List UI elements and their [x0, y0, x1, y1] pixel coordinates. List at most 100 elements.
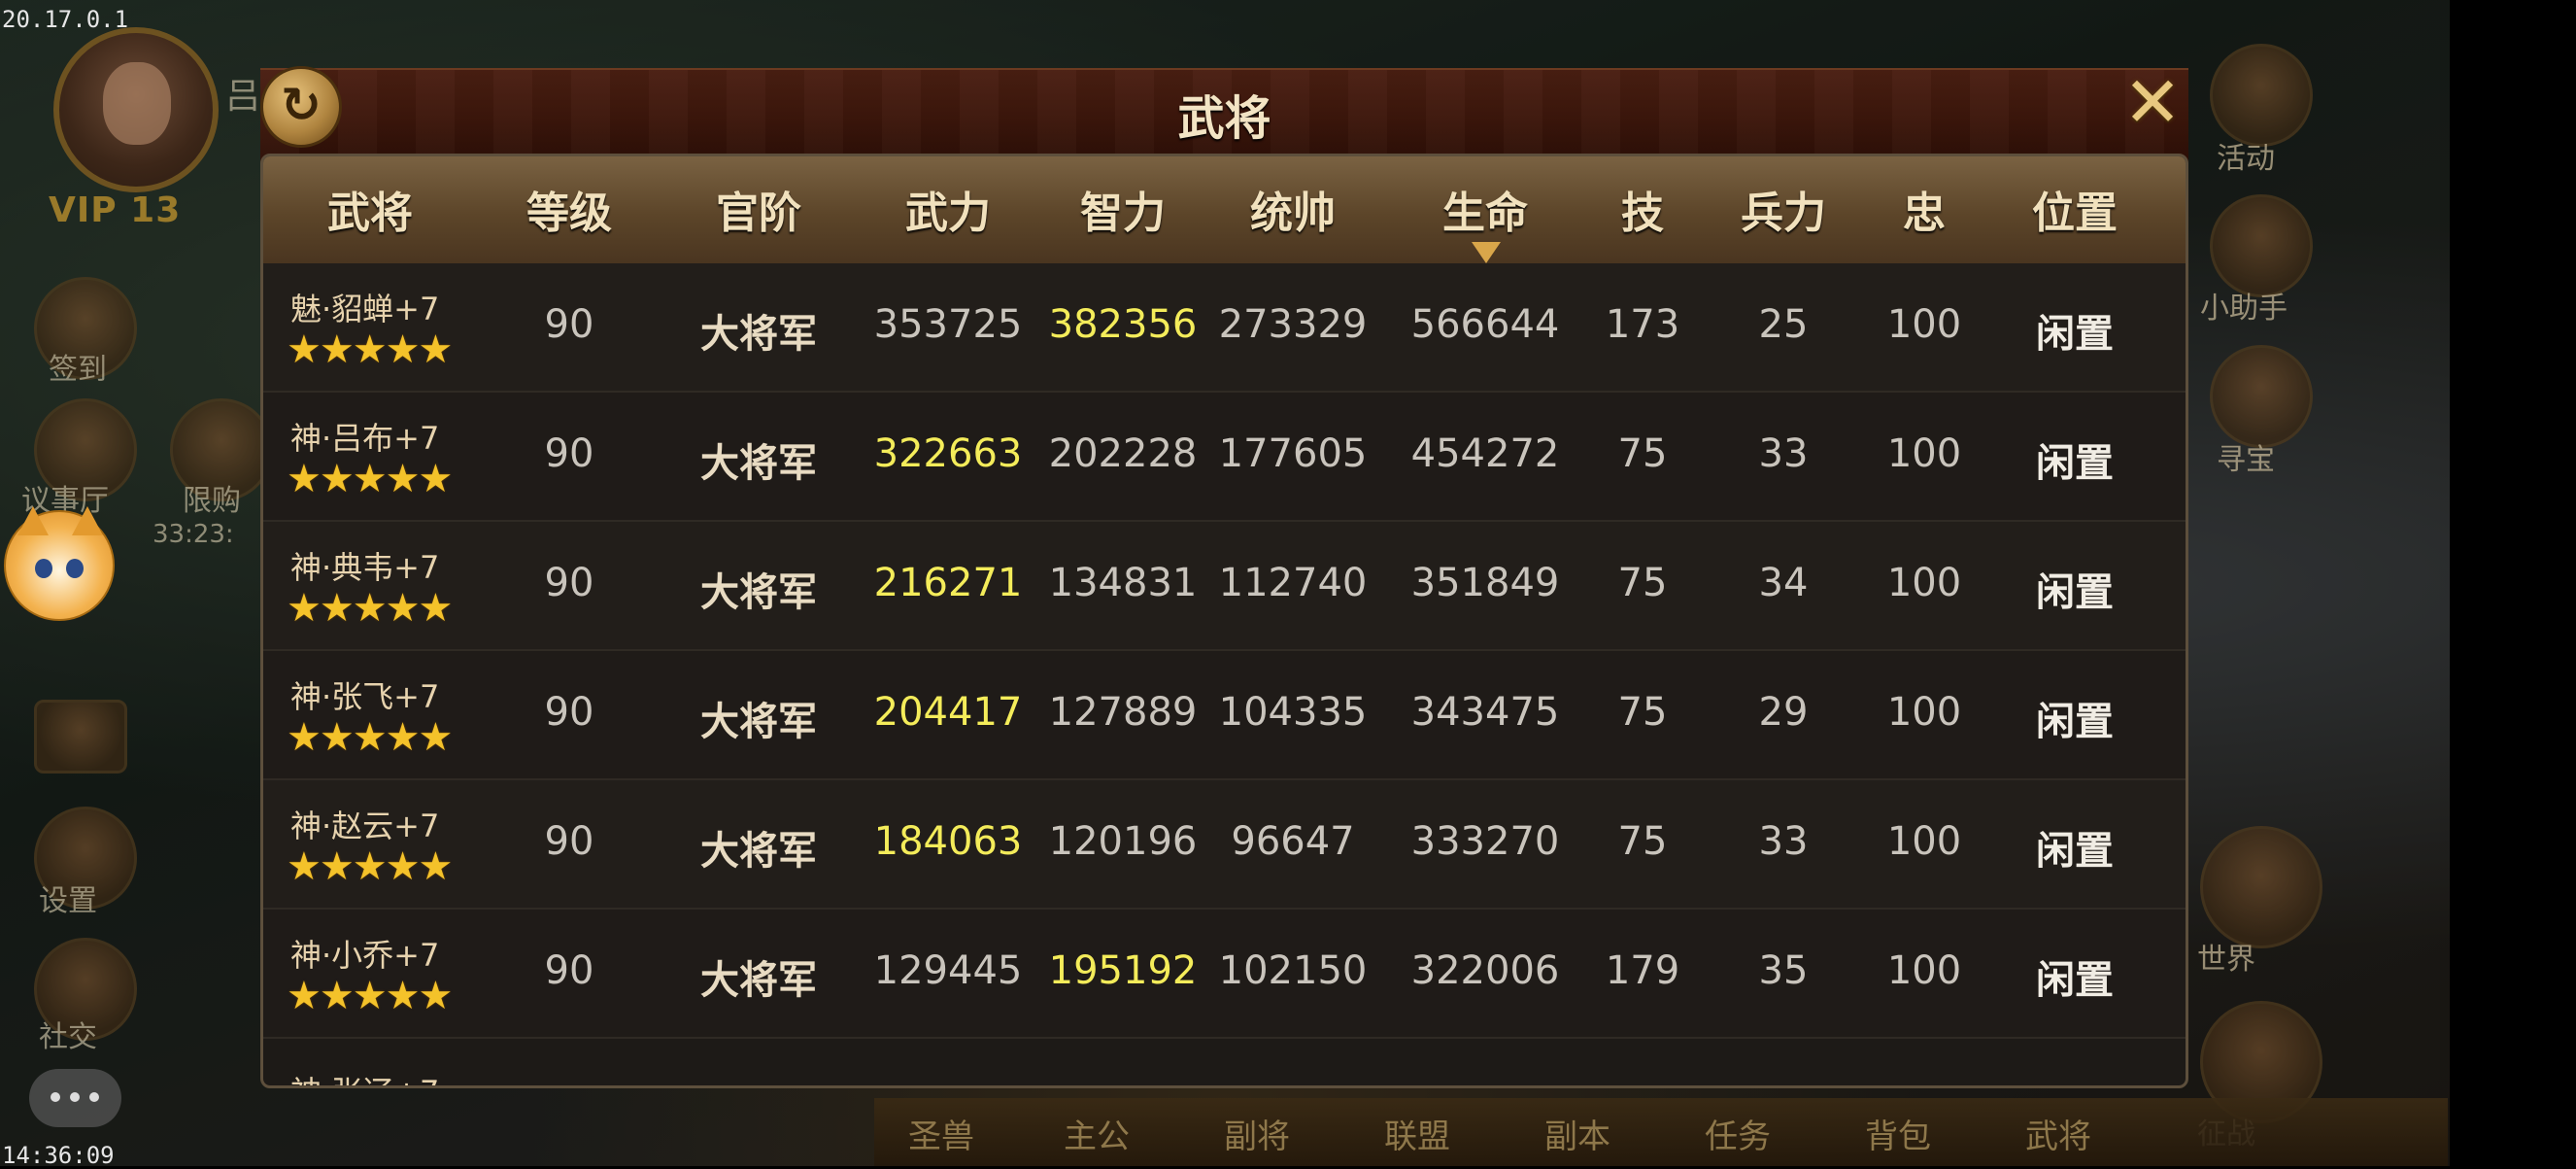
general-name: 神·典韦+7 — [290, 549, 440, 586]
cell-command: 104335 — [1218, 690, 1368, 735]
world-label: 世界 — [2197, 943, 2255, 977]
cell-force: 322663 — [873, 431, 1023, 476]
nav-beast[interactable]: 圣兽 — [908, 1110, 974, 1157]
settings-label: 设置 — [39, 884, 97, 918]
cell-position[interactable]: 闲置 — [1997, 690, 2152, 746]
cell-intel: 202228 — [1048, 431, 1198, 476]
col-command[interactable]: 统帅 — [1215, 178, 1371, 240]
general-name: 神·张飞+7 — [290, 678, 440, 715]
col-level[interactable]: 等级 — [491, 178, 647, 240]
cell-life: 343475 — [1410, 690, 1560, 735]
cell-loyalty: 100 — [1886, 431, 1962, 476]
col-rank[interactable]: 官阶 — [681, 178, 836, 240]
cell-skill: 75 — [1617, 431, 1668, 476]
table-row[interactable]: 神·张飞+7 ★★★★★ 90 大将军 204417 127889 104335 343475… — [263, 651, 2186, 780]
cell-intel: 134831 — [1048, 561, 1198, 605]
cell-life: 351849 — [1410, 561, 1560, 605]
star-rating: ★★★★★ — [287, 715, 453, 760]
general-name: 神·张辽+7 — [290, 1068, 439, 1085]
cell-skill: 75 — [1617, 690, 1668, 735]
assistant-icon[interactable] — [2210, 194, 2313, 297]
star-rating: ★★★★★ — [287, 327, 453, 372]
nav-bag[interactable]: 背包 — [1865, 1110, 1931, 1157]
cell-rank: 大将军 — [700, 957, 817, 1003]
nav-generals[interactable]: 武将 — [2025, 1110, 2091, 1157]
activity-icon[interactable] — [2210, 44, 2313, 147]
nav-lord[interactable]: 主公 — [1064, 1110, 1130, 1157]
cell-level: 90 — [544, 690, 594, 735]
cell-force: 129445 — [873, 948, 1023, 993]
cell-rank: 大将军 — [700, 569, 817, 615]
mascot-cat-icon[interactable] — [4, 506, 115, 621]
activity-label: 活动 — [2217, 142, 2275, 176]
table-row[interactable]: 神·吕布+7 ★★★★★ 90 大将军 322663 202228 177605 454272… — [263, 393, 2186, 522]
cell-intel: 195192 — [1048, 948, 1198, 993]
generals-table: 武将 等级 官阶 武力 智力 统帅 生命 技 兵力 忠 位置 魅·貂蝉+7 ★★★… — [260, 154, 2188, 1088]
col-position[interactable]: 位置 — [1997, 178, 2152, 240]
cell-troops: 35 — [1758, 948, 1809, 993]
table-row[interactable]: 魅·貂蝉+7 ★★★★★ 90 大将军 353725 382356 273329 566644… — [263, 263, 2186, 393]
cell-life: 566644 — [1410, 302, 1560, 347]
cell-command: 273329 — [1218, 302, 1368, 347]
cell-skill: 75 — [1617, 819, 1668, 864]
cell-skill: 173 — [1605, 302, 1680, 347]
cell-intel: 120196 — [1048, 819, 1198, 864]
cell-troops: 29 — [1758, 690, 1809, 735]
cell-force: 184063 — [873, 819, 1023, 864]
player-avatar[interactable] — [53, 27, 219, 192]
col-loyalty[interactable]: 忠 — [1847, 178, 2002, 240]
cell-skill: 179 — [1605, 948, 1680, 993]
cell-intel: 382356 — [1048, 302, 1198, 347]
cell-loyalty: 100 — [1886, 948, 1962, 993]
vip-badge: VIP 13 — [49, 190, 182, 230]
cell-troops: 34 — [1758, 561, 1809, 605]
col-intel[interactable]: 智力 — [1045, 178, 1201, 240]
col-general[interactable]: 武将 — [292, 178, 448, 240]
refresh-icon[interactable]: ↻ — [260, 66, 342, 148]
treasure-icon[interactable] — [2210, 345, 2313, 448]
cell-position[interactable]: 闲置 — [1997, 431, 2152, 488]
cell-life: 322006 — [1410, 948, 1560, 993]
chat-icon[interactable] — [29, 1069, 121, 1127]
cell-position[interactable]: 闲置 — [1997, 819, 2152, 876]
col-force[interactable]: 武力 — [870, 178, 1026, 240]
world-icon[interactable] — [2200, 826, 2322, 948]
sort-desc-icon — [1472, 242, 1501, 263]
cell-command: 96647 — [1231, 819, 1355, 864]
nav-dungeon[interactable]: 副本 — [1544, 1110, 1610, 1157]
mail-icon[interactable] — [34, 700, 127, 774]
star-rating: ★★★★★ — [287, 457, 453, 501]
cell-troops: 33 — [1758, 819, 1809, 864]
cell-position[interactable]: 闲置 — [1997, 302, 2152, 359]
cell-level: 90 — [544, 431, 594, 476]
cell-loyalty: 100 — [1886, 302, 1962, 347]
close-icon[interactable]: ✕ — [2120, 67, 2185, 137]
table-header: 武将 等级 官阶 武力 智力 统帅 生命 技 兵力 忠 位置 — [263, 156, 2186, 263]
nav-deputy[interactable]: 副将 — [1224, 1110, 1290, 1157]
cell-loyalty: 100 — [1886, 561, 1962, 605]
nav-alliance[interactable]: 联盟 — [1384, 1110, 1450, 1157]
cell-command: 102150 — [1218, 948, 1368, 993]
cell-force: 204417 — [873, 690, 1023, 735]
ip-text: 20.17.0.1 — [2, 6, 129, 33]
checkin-label: 签到 — [49, 353, 107, 387]
cell-force: 353725 — [873, 302, 1023, 347]
cell-loyalty: 100 — [1886, 819, 1962, 864]
cell-level: 90 — [544, 302, 594, 347]
limited-shop-label: 限购 — [183, 484, 241, 518]
col-life[interactable]: 生命 — [1407, 178, 1563, 240]
table-row[interactable]: 神·典韦+7 ★★★★★ 90 大将军 216271 134831 112740 351849… — [263, 522, 2186, 651]
table-row-partial[interactable]: 神·张辽+7 — [263, 1050, 2186, 1085]
cell-troops: 25 — [1758, 302, 1809, 347]
col-troops[interactable]: 兵力 — [1706, 178, 1861, 240]
table-row[interactable]: 神·小乔+7 ★★★★★ 90 大将军 129445 195192 102150 322006… — [263, 910, 2186, 1039]
dialog-titlebar: 武将 — [260, 68, 2188, 162]
cell-intel: 127889 — [1048, 690, 1198, 735]
cell-position[interactable]: 闲置 — [1997, 561, 2152, 617]
cell-level: 90 — [544, 948, 594, 993]
nav-tasks[interactable]: 任务 — [1705, 1110, 1771, 1157]
table-row[interactable]: 神·赵云+7 ★★★★★ 90 大将军 184063 120196 96647 333270 7… — [263, 780, 2186, 910]
cell-position[interactable]: 闲置 — [1997, 948, 2152, 1005]
col-skill[interactable]: 技 — [1565, 178, 1720, 240]
star-rating: ★★★★★ — [287, 586, 453, 631]
